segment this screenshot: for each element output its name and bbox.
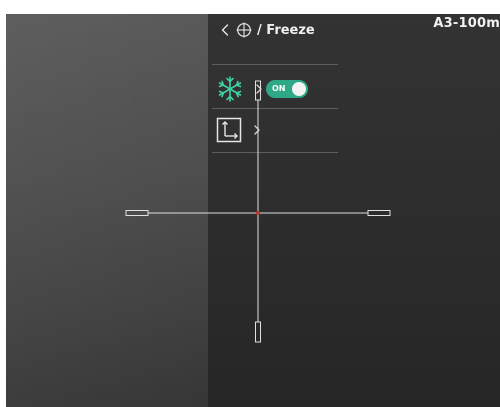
chevron-right-icon [256, 83, 264, 95]
menu-divider [212, 64, 338, 65]
back-button[interactable] [218, 20, 232, 40]
thermal-viewport: A3-100m [6, 14, 500, 407]
reticle-crosshair-icon [236, 22, 252, 38]
menu-divider [212, 152, 338, 153]
menu-panel: A3-100m [208, 14, 500, 407]
menu-title: / Freeze [257, 22, 315, 38]
menu-header: / Freeze [218, 19, 315, 41]
freeze-toggle[interactable]: ON [266, 80, 308, 98]
chevron-left-icon [221, 24, 229, 36]
coordinate-row[interactable] [216, 117, 336, 143]
toggle-knob [292, 82, 306, 96]
freeze-row[interactable]: ON [216, 76, 336, 102]
chevron-right-icon [254, 124, 262, 136]
toggle-state-label: ON [272, 84, 286, 93]
menu-divider [212, 108, 338, 109]
coordinate-axis-icon [216, 117, 242, 143]
snowflake-icon [216, 76, 244, 102]
profile-label: A3-100m [433, 16, 500, 31]
